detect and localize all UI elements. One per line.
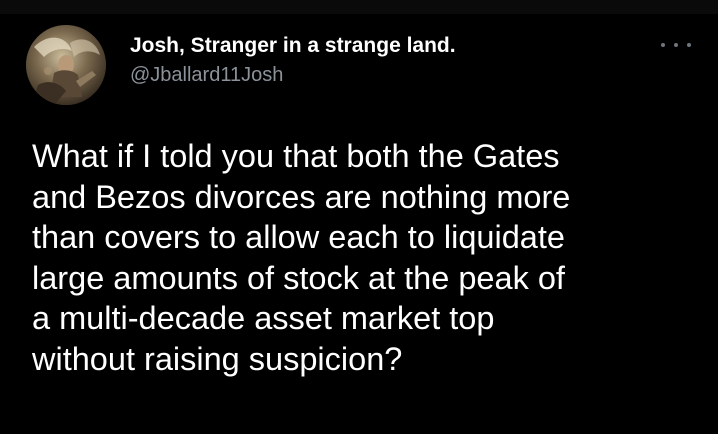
tweet-text-line: What if I told you that both the Gates [32, 138, 560, 174]
tweet-text-line: than covers to allow each to liquidate [32, 219, 565, 255]
tweet-card: Josh, Stranger in a strange land. @Jball… [0, 0, 718, 434]
painted-angel-icon [26, 25, 106, 105]
tweet-text-line: large amounts of stock at the peak of [32, 259, 565, 296]
tweet-text-line: and Bezos divorces are nothing more [32, 178, 571, 215]
ellipsis-icon [687, 43, 691, 47]
ellipsis-icon [674, 43, 678, 47]
author-handle[interactable]: @Jballard11Josh [130, 62, 283, 88]
tweet-text: What if I told you that both the Gates a… [32, 136, 702, 379]
avatar[interactable] [26, 25, 106, 105]
author-display-name[interactable]: Josh, Stranger in a strange land. [130, 33, 456, 59]
tweet-text-line: a multi-decade asset market top [32, 300, 495, 336]
tweet-text-line: without raising suspicion? [32, 340, 403, 377]
ellipsis-icon [661, 43, 665, 47]
more-options-button[interactable] [661, 36, 691, 54]
